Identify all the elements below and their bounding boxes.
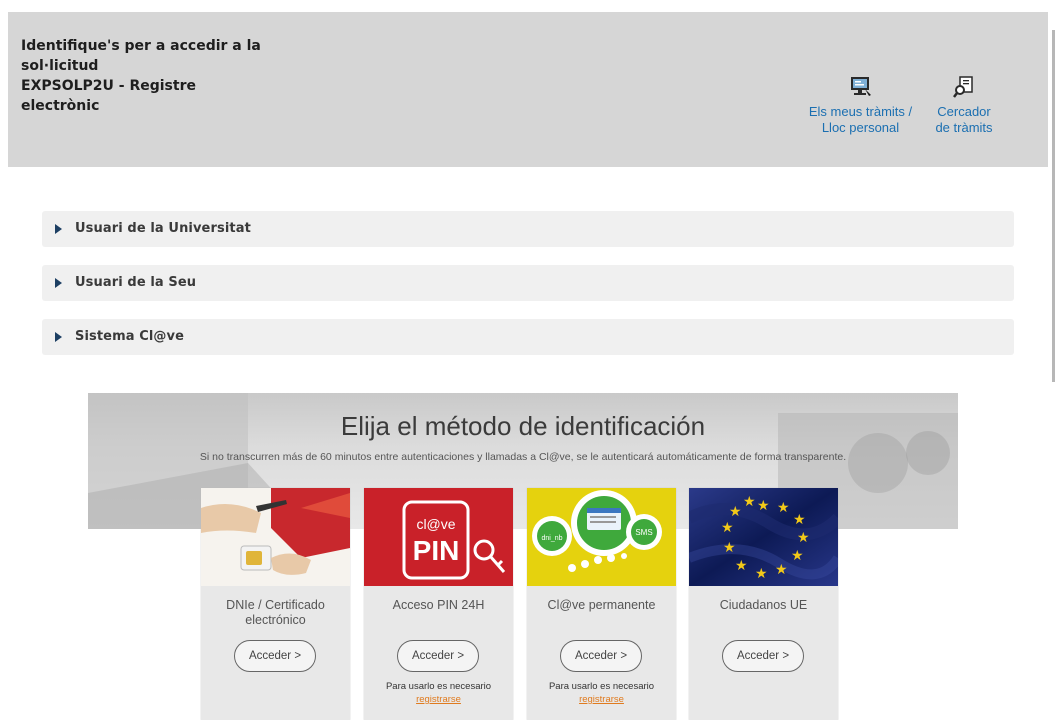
access-button[interactable]: Acceder > xyxy=(397,640,479,672)
eu-star: ★ xyxy=(797,529,810,545)
card-title: DNIe / Certificado electrónico xyxy=(226,598,325,627)
pin-card-image: cl@ve PIN xyxy=(364,488,513,586)
page-header: Identifique's per a accedir a la sol·lic… xyxy=(8,12,1048,167)
pin-image-top-text: cl@ve xyxy=(416,516,455,532)
accordion-university-user[interactable]: Usuari de la Universitat xyxy=(42,211,1014,247)
eu-star: ★ xyxy=(743,493,756,509)
register-link[interactable]: registrarse xyxy=(527,694,676,705)
access-button[interactable]: Acceder > xyxy=(560,640,642,672)
procedure-search-label: Cercador de tràmits xyxy=(935,104,993,135)
search-document-icon xyxy=(953,76,973,98)
eu-star: ★ xyxy=(775,561,788,577)
card-dnie-certificate: DNIe / Certificado electrónico Acceder > xyxy=(201,488,350,720)
banner-subtitle: Si no transcurren más de 60 minutos entr… xyxy=(199,451,847,463)
card-title: Ciudadanos UE xyxy=(719,598,808,612)
registration-note: Para usarlo es necesario xyxy=(548,681,655,692)
accordion-label: Sistema Cl@ve xyxy=(75,329,185,344)
card-eu-citizens: ★ ★ ★ ★ ★ ★ ★ ★ ★ ★ ★ ★ Ciudadanos UE Ac… xyxy=(689,488,838,720)
eu-star: ★ xyxy=(723,539,736,555)
clave-permanent-card-image: dni_nb SMS xyxy=(527,488,676,586)
eu-star: ★ xyxy=(757,497,770,513)
eu-star: ★ xyxy=(755,565,768,581)
eu-star: ★ xyxy=(721,519,734,535)
accordion-label: Usuari de la Seu xyxy=(75,275,197,290)
register-link[interactable]: registrarse xyxy=(364,694,513,705)
dni-image-text: dni_nb xyxy=(541,535,562,542)
sms-image-text: SMS xyxy=(635,528,652,537)
eu-star: ★ xyxy=(793,511,806,527)
dnie-card-image xyxy=(201,488,350,586)
card-pin-24h: cl@ve PIN Acceso PIN 24H Acceder > Para … xyxy=(364,488,513,720)
access-button[interactable]: Acceder > xyxy=(234,640,316,672)
card-title: Cl@ve permanente xyxy=(547,598,656,612)
expand-triangle-icon xyxy=(55,224,62,234)
expand-triangle-icon xyxy=(55,278,62,288)
accordion-clave-system[interactable]: Sistema Cl@ve xyxy=(42,319,1014,355)
eu-flag-image: ★ ★ ★ ★ ★ ★ ★ ★ ★ ★ ★ ★ xyxy=(689,488,838,586)
eu-star: ★ xyxy=(729,503,742,519)
eu-star: ★ xyxy=(735,557,748,573)
registration-note: Para usarlo es necesario xyxy=(385,681,492,692)
monitor-icon xyxy=(850,77,871,96)
accordion-seu-user[interactable]: Usuari de la Seu xyxy=(42,265,1014,301)
page-title: Identifique's per a accedir a la sol·lic… xyxy=(21,38,261,114)
my-procedures-link[interactable]: Els meus tràmits / Lloc personal xyxy=(808,76,913,136)
banner-title: Elija el método de identificación xyxy=(340,411,706,441)
eu-star: ★ xyxy=(777,499,790,515)
my-procedures-label: Els meus tràmits / Lloc personal xyxy=(808,104,913,135)
card-clave-permanent: dni_nb SMS Cl@ve permanente Acceder > Pa… xyxy=(527,488,676,720)
eu-star: ★ xyxy=(791,547,804,563)
pin-image-main-text: PIN xyxy=(413,535,460,566)
procedure-search-link[interactable]: Cercador de tràmits xyxy=(924,76,1004,136)
expand-triangle-icon xyxy=(55,332,62,342)
access-button[interactable]: Acceder > xyxy=(722,640,804,672)
card-title: Acceso PIN 24H xyxy=(392,598,485,612)
accordion-label: Usuari de la Universitat xyxy=(75,221,251,236)
